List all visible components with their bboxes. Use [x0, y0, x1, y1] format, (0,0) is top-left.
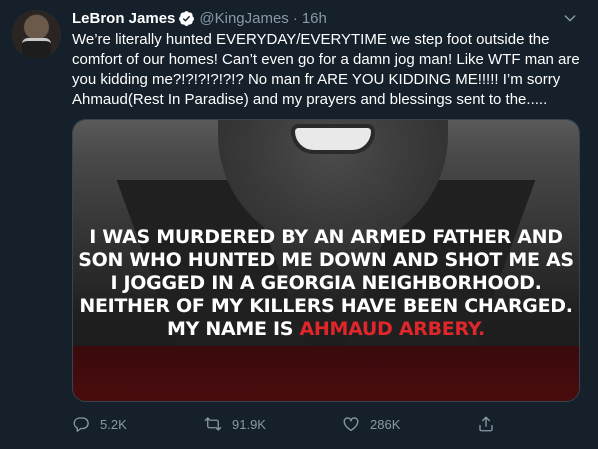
- like-count: 286K: [370, 416, 401, 432]
- reply-icon: [73, 417, 89, 432]
- caption-name-prefix: MY NAME IS: [167, 318, 300, 340]
- retweet-icon: [204, 417, 222, 431]
- chevron-down-icon[interactable]: [562, 10, 578, 26]
- share-button[interactable]: [477, 413, 505, 435]
- reply-button[interactable]: 5.2K: [72, 413, 127, 435]
- caption-line: MY NAME IS AHMAUD ARBERY.: [73, 318, 579, 341]
- tweet-actions: 5.2K 91.9K 286K: [72, 413, 493, 437]
- author-handle[interactable]: @KingJames: [199, 10, 288, 27]
- tweet-header: LeBron James @KingJames · 16h: [72, 9, 558, 27]
- tweet-text: We’re literally hunted EVERYDAY/EVERYTIM…: [72, 31, 580, 108]
- tweet: LeBron James @KingJames · 16h We’re lite…: [0, 0, 598, 449]
- caption-line: NEITHER OF MY KILLERS HAVE BEEN CHARGED.: [79, 295, 573, 317]
- share-icon: [479, 416, 493, 432]
- retweet-button[interactable]: 91.9K: [204, 413, 266, 435]
- caption-name: AHMAUD ARBERY.: [299, 318, 486, 340]
- author-name[interactable]: LeBron James: [72, 10, 175, 27]
- reply-count: 5.2K: [100, 416, 127, 432]
- separator-dot: ·: [292, 9, 298, 27]
- like-icon: [343, 417, 359, 432]
- tweet-time[interactable]: 16h: [302, 10, 327, 27]
- photo-smile: [295, 128, 371, 150]
- verified-badge-icon: [179, 10, 195, 26]
- photo-red-band: [73, 346, 579, 401]
- caption-line: I WAS MURDERED BY AN ARMED FATHER AND: [89, 226, 563, 248]
- image-caption: I WAS MURDERED BY AN ARMED FATHER AND SO…: [73, 226, 579, 341]
- caption-line: SON WHO HUNTED ME DOWN AND SHOT ME AS: [78, 249, 574, 271]
- like-button[interactable]: 286K: [342, 413, 400, 435]
- caption-line: I JOGGED IN A GEORGIA NEIGHBORHOOD.: [110, 272, 542, 294]
- tweet-image[interactable]: I WAS MURDERED BY AN ARMED FATHER AND SO…: [72, 119, 580, 402]
- retweet-count: 91.9K: [232, 416, 266, 432]
- avatar[interactable]: [12, 10, 61, 59]
